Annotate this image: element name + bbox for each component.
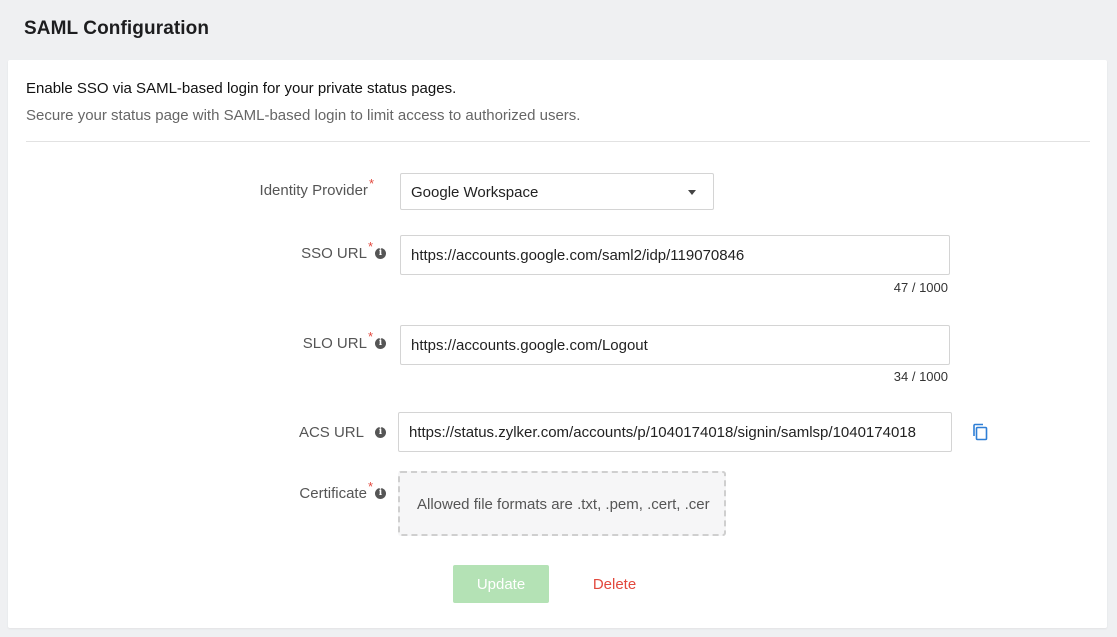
certificate-upload-dropzone[interactable]: Allowed file formats are .txt, .pem, .ce… [398,471,726,536]
sso-url-input[interactable] [400,235,950,275]
identity-provider-label-text: Identity Provider [259,182,368,199]
update-button[interactable]: Update [453,565,549,603]
certificate-label-row: Certificate * i [8,479,386,505]
required-marker: * [367,479,373,494]
required-marker: * [368,176,374,191]
sso-url-label-text: SSO URL [301,245,367,262]
identity-provider-value: Google Workspace [411,184,539,201]
info-icon[interactable]: i [375,248,386,259]
slo-url-label-row: SLO URL * i [8,329,386,355]
certificate-label-text: Certificate [299,485,367,502]
required-marker: * [367,329,373,344]
identity-provider-label: Identity Provider * [259,176,374,199]
intro-subheading: Secure your status page with SAML-based … [26,107,581,124]
required-marker: * [367,239,373,254]
acs-url-readonly-field[interactable]: https://status.zylker.com/accounts/p/104… [398,412,952,452]
identity-provider-label-row: Identity Provider * [8,176,386,202]
slo-url-counter-row: 34 / 1000 [400,369,948,385]
sso-url-char-counter: 47 / 1000 [893,280,948,295]
info-icon[interactable]: i [375,338,386,349]
copy-icon[interactable] [972,423,988,441]
sso-url-label: SSO URL * i [301,239,386,262]
dropzone-text: Allowed file formats are .txt, .pem, .ce… [417,496,710,513]
saml-config-card: Enable SSO via SAML-based login for your… [8,60,1107,628]
slo-url-char-counter: 34 / 1000 [893,369,948,384]
intro-heading: Enable SSO via SAML-based login for your… [26,80,457,97]
slo-url-label-text: SLO URL [302,335,367,352]
chevron-down-icon [688,190,696,195]
sso-url-label-row: SSO URL * i [8,239,386,265]
divider [26,141,1090,142]
acs-url-label-row: ACS URL i [8,424,386,444]
sso-url-counter-row: 47 / 1000 [400,280,948,296]
info-icon[interactable]: i [375,427,386,438]
acs-url-label: ACS URL i [299,424,386,441]
identity-provider-select[interactable]: Google Workspace [400,173,714,210]
acs-url-label-text: ACS URL [298,424,364,441]
delete-button[interactable]: Delete [575,565,654,603]
page-title: SAML Configuration [24,18,210,39]
info-icon[interactable]: i [375,488,386,499]
slo-url-input[interactable] [400,325,950,365]
certificate-label: Certificate * i [299,479,386,502]
slo-url-label: SLO URL * i [302,329,386,352]
